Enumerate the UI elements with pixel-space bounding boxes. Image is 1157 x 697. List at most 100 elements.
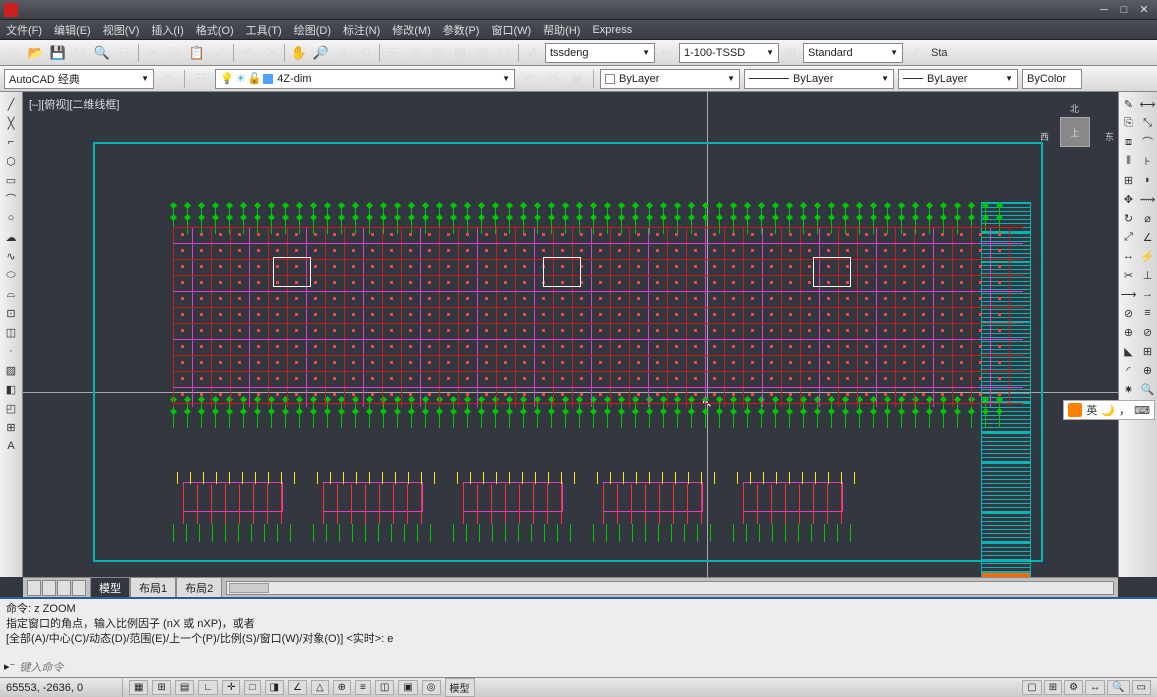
circle-icon[interactable]: ○ xyxy=(3,210,19,226)
tab-model[interactable]: 模型 xyxy=(90,577,130,599)
sb-snap-icon[interactable]: ⊞ xyxy=(152,680,170,695)
pan-icon[interactable]: ✋ xyxy=(289,43,309,63)
minimize-button[interactable]: ─ xyxy=(1095,3,1113,17)
move-icon[interactable]: ✥ xyxy=(1121,191,1137,207)
ime-comma-icon[interactable]: ， xyxy=(1119,402,1130,418)
redo-icon[interactable]: ↷ xyxy=(260,43,280,63)
rotate-icon[interactable]: ↻ xyxy=(1121,210,1137,226)
publish-icon[interactable]: ☷ xyxy=(114,43,134,63)
xline-icon[interactable]: ╳ xyxy=(3,115,19,131)
dim-baseline-icon[interactable]: ⊥ xyxy=(1140,267,1156,283)
zoom-prev-icon[interactable]: ⟲ xyxy=(355,43,375,63)
workspace-dropdown[interactable]: AutoCAD 经典▼ xyxy=(4,69,154,89)
tolerance-icon[interactable]: ⊞ xyxy=(1140,343,1156,359)
line-icon[interactable]: ╱ xyxy=(3,96,19,112)
ime-keyboard-icon[interactable]: ⌨ xyxy=(1134,404,1150,417)
sb-sc-icon[interactable]: ◎ xyxy=(422,680,441,695)
center-mark-icon[interactable]: ⊕ xyxy=(1140,362,1156,378)
dim-ordinate-icon[interactable]: ⊦ xyxy=(1140,153,1156,169)
multileader-icon[interactable]: ↗ xyxy=(905,43,925,63)
mtext-icon[interactable]: A xyxy=(3,438,19,454)
make-block-icon[interactable]: ◫ xyxy=(3,324,19,340)
dim-quick-icon[interactable]: ⚡ xyxy=(1140,248,1156,264)
ellipse-arc-icon[interactable]: ⌓ xyxy=(3,286,19,302)
menu-draw[interactable]: 绘图(D) xyxy=(294,22,331,38)
menu-modify[interactable]: 修改(M) xyxy=(392,22,431,38)
dim-arc-icon[interactable]: ⌒ xyxy=(1140,134,1156,150)
copy-icon[interactable]: ⎘ xyxy=(165,43,185,63)
join-icon[interactable]: ⊕ xyxy=(1121,324,1137,340)
tab-last-icon[interactable]: ⏭ xyxy=(72,580,86,596)
paste-icon[interactable]: 📋 xyxy=(187,43,207,63)
command-input[interactable] xyxy=(19,662,1153,674)
tab-first-icon[interactable]: ⏮ xyxy=(27,580,41,596)
zoom-window-icon[interactable]: ⧈ xyxy=(333,43,353,63)
linetype-dropdown[interactable]: ByLayer▼ xyxy=(744,69,894,89)
viewcube-north[interactable]: 北 xyxy=(1070,102,1079,115)
tab-layout2[interactable]: 布局2 xyxy=(176,577,222,599)
maximize-button[interactable]: □ xyxy=(1115,3,1133,17)
erase-icon[interactable]: ✎ xyxy=(1121,96,1137,112)
region-icon[interactable]: ◰ xyxy=(3,400,19,416)
tab-layout1[interactable]: 布局1 xyxy=(130,577,176,599)
layer-state-icon[interactable]: ⧉ xyxy=(543,69,563,89)
sb-model-button[interactable]: 模型 xyxy=(445,678,475,697)
layer-dropdown[interactable]: 💡☀🔓 4Z-dim▼ xyxy=(215,69,515,89)
tablestyle-dropdown[interactable]: Standard▼ xyxy=(803,43,903,63)
arc-icon[interactable]: ⌒ xyxy=(3,191,19,207)
explode-icon[interactable]: ✷ xyxy=(1121,381,1137,397)
color-dropdown[interactable]: ByLayer▼ xyxy=(600,69,740,89)
insert-block-icon[interactable]: ⊡ xyxy=(3,305,19,321)
markup-icon[interactable]: ▧ xyxy=(472,43,492,63)
tab-prev-icon[interactable]: ◀ xyxy=(42,580,56,596)
sb-osnap-icon[interactable]: □ xyxy=(244,680,260,695)
plotstyle-dropdown[interactable]: ByColor xyxy=(1022,69,1082,89)
sb-3dosnap-icon[interactable]: ◨ xyxy=(265,680,284,695)
open-icon[interactable]: 📂 xyxy=(26,43,46,63)
ime-moon-icon[interactable]: 🌙 xyxy=(1101,404,1115,417)
layer-properties-icon[interactable]: ☷ xyxy=(191,69,211,89)
sb-tool3-icon[interactable]: ⚙ xyxy=(1064,680,1083,695)
menu-express[interactable]: Express xyxy=(592,24,632,36)
menu-format[interactable]: 格式(O) xyxy=(196,22,234,38)
sb-tool1-icon[interactable]: ▢ xyxy=(1022,680,1041,695)
dimstyle-dropdown[interactable]: 1-100-TSSD▼ xyxy=(679,43,779,63)
dim-angular-icon[interactable]: ∠ xyxy=(1140,229,1156,245)
dim-aligned-icon[interactable]: ⤡ xyxy=(1140,115,1156,131)
print-icon[interactable]: 🖨 xyxy=(70,43,90,63)
sb-lwt-icon[interactable]: ≡ xyxy=(355,680,371,695)
drawing-area[interactable]: [–][俯视][二维线框] ↖ 上 北 东 西 xyxy=(23,92,1118,577)
properties-icon[interactable]: ☰ xyxy=(384,43,404,63)
dim-break-icon[interactable]: ⊘ xyxy=(1140,324,1156,340)
tab-next-icon[interactable]: ▶ xyxy=(57,580,71,596)
mirror-icon[interactable]: ⧈ xyxy=(1121,134,1137,150)
preview-icon[interactable]: 🔍 xyxy=(92,43,112,63)
sb-qp-icon[interactable]: ▣ xyxy=(398,680,417,695)
sb-tpy-icon[interactable]: ◫ xyxy=(375,680,394,695)
sb-ducs-icon[interactable]: △ xyxy=(311,680,329,695)
cut-icon[interactable]: ✂ xyxy=(143,43,163,63)
point-icon[interactable]: · xyxy=(3,343,19,359)
dim-radius-icon[interactable]: ◗ xyxy=(1140,172,1156,188)
text-style-icon[interactable]: A xyxy=(523,43,543,63)
sb-tool2-icon[interactable]: ⊞ xyxy=(1044,680,1062,695)
menu-view[interactable]: 视图(V) xyxy=(103,22,140,38)
dim-linear-icon[interactable]: ⟷ xyxy=(1140,96,1156,112)
inspect-icon[interactable]: 🔍 xyxy=(1140,381,1156,397)
lineweight-dropdown[interactable]: ByLayer▼ xyxy=(898,69,1018,89)
menu-edit[interactable]: 编辑(E) xyxy=(54,22,91,38)
array-icon[interactable]: ⊞ xyxy=(1121,172,1137,188)
copy-obj-icon[interactable]: ⎘ xyxy=(1121,115,1137,131)
sheet-set-icon[interactable]: ▦ xyxy=(450,43,470,63)
chamfer-icon[interactable]: ◣ xyxy=(1121,343,1137,359)
sb-polar-icon[interactable]: ✛ xyxy=(222,680,240,695)
trim-icon[interactable]: ✂ xyxy=(1121,267,1137,283)
dim-space-icon[interactable]: ≡ xyxy=(1140,305,1156,321)
menu-parametric[interactable]: 参数(P) xyxy=(443,22,480,38)
viewcube-top[interactable]: 上 xyxy=(1060,117,1090,147)
pline-icon[interactable]: ⌐ xyxy=(3,134,19,150)
fillet-icon[interactable]: ◜ xyxy=(1121,362,1137,378)
sb-tool4-icon[interactable]: ↔ xyxy=(1085,680,1105,695)
spline-icon[interactable]: ∿ xyxy=(3,248,19,264)
sb-tool6-icon[interactable]: ▭ xyxy=(1132,680,1151,695)
